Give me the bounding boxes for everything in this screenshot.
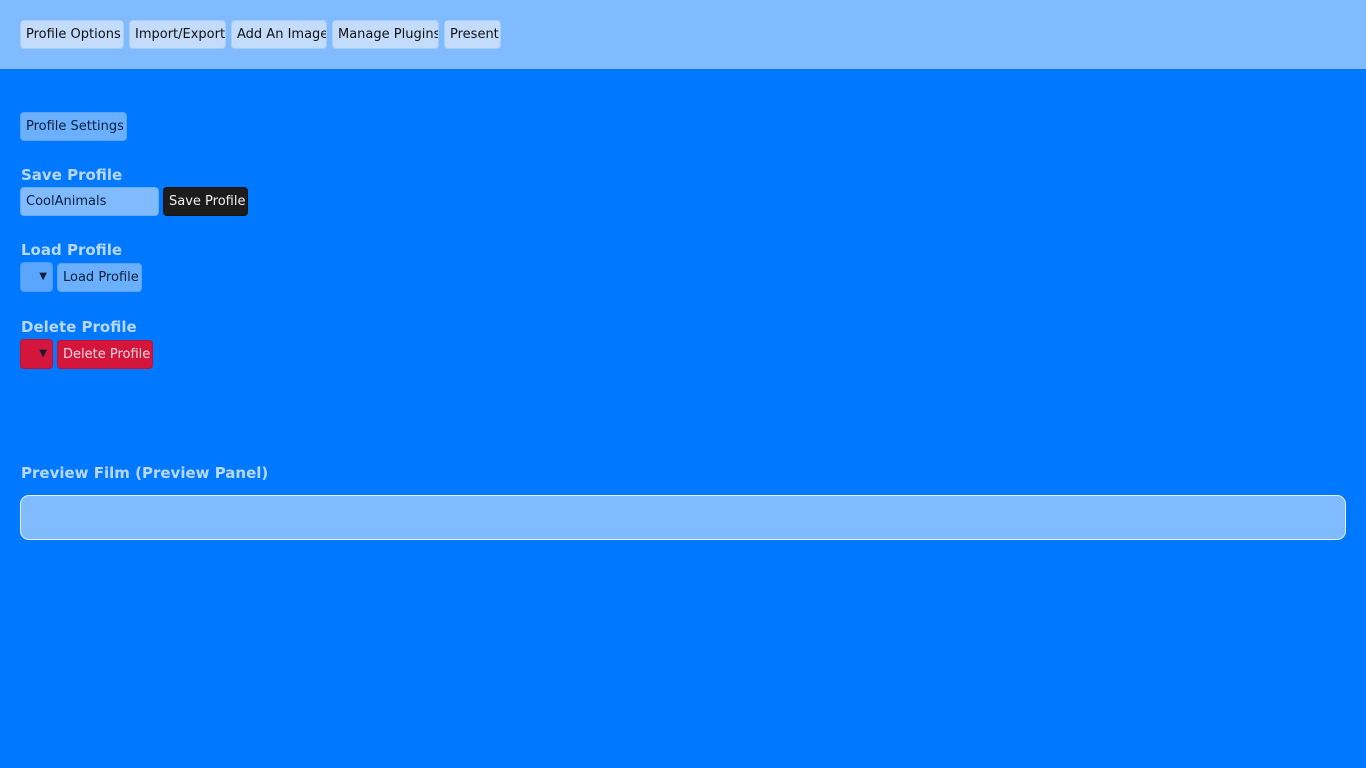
manage-plugins-button[interactable]: Manage Plugins	[332, 20, 439, 49]
profile-name-input[interactable]: CoolAnimals	[20, 187, 159, 216]
preview-film-heading: Preview Film (Preview Panel)	[21, 464, 269, 482]
delete-profile-heading: Delete Profile	[21, 318, 137, 336]
load-profile-heading: Load Profile	[21, 241, 123, 259]
main-content: Profile Settings Save Profile CoolAnimal…	[0, 69, 1366, 768]
load-profile-button[interactable]: Load Profile	[57, 263, 142, 292]
preview-panel[interactable]	[20, 495, 1346, 540]
save-profile-heading: Save Profile	[21, 166, 123, 184]
profile-options-button[interactable]: Profile Options	[20, 20, 124, 49]
import-export-button[interactable]: Import/Export	[129, 20, 226, 49]
top-navigation-bar: Profile Options Import/Export Add An Ima…	[0, 0, 1366, 69]
load-profile-select[interactable]: ▼	[20, 262, 53, 292]
add-an-image-button[interactable]: Add An Image	[231, 20, 327, 49]
delete-profile-select[interactable]: ▼	[20, 339, 53, 369]
present-button[interactable]: Present	[444, 20, 501, 49]
save-profile-button[interactable]: Save Profile	[163, 187, 248, 216]
chevron-down-icon: ▼	[39, 271, 47, 282]
profile-settings-button[interactable]: Profile Settings	[20, 112, 127, 141]
chevron-down-icon: ▼	[39, 348, 47, 359]
delete-profile-button[interactable]: Delete Profile	[57, 340, 153, 369]
